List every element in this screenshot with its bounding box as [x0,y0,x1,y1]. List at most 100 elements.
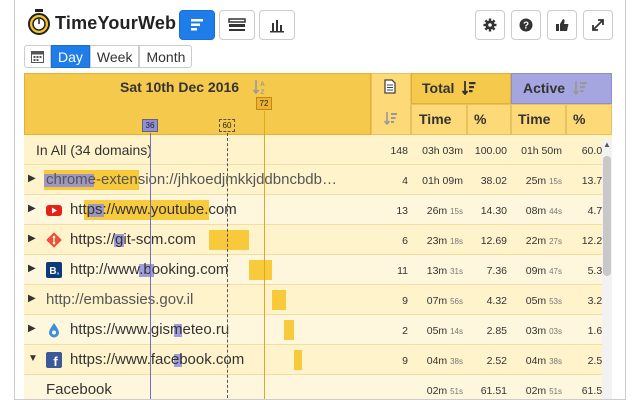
total-time: 07m 56s [426,295,463,307]
sort-view-button[interactable] [179,10,215,40]
booking-icon: B [46,262,62,278]
sort-count-icon[interactable] [384,111,398,125]
total-time: 13m 31s [426,265,463,277]
marker-72: 72 [256,97,272,110]
app-title: TimeYourWeb [55,13,177,33]
calendar-button[interactable] [24,45,51,68]
date-label: Sat 10th Dec 2016 [120,79,240,95]
settings-button[interactable] [475,10,505,40]
sort-icon [191,19,203,31]
help-button[interactable]: ? [511,10,541,40]
expand-row-icon[interactable]: ▶ [28,263,36,274]
question-icon: ? [519,18,533,32]
period-month-tab[interactable]: Month [139,45,193,68]
gear-icon [483,18,497,32]
expand-row-icon[interactable]: ▶ [28,323,36,334]
youtube-icon [46,202,62,218]
collapse-icon[interactable]: ▼ [28,353,38,364]
svg-text:f: f [53,354,58,368]
active-time: 08m 44s [525,205,562,217]
marker-36: 36 [142,119,158,132]
sort-alpha-icon[interactable]: AZ [253,79,267,95]
total-time: 01h 09m [422,175,463,187]
stopwatch-logo-icon [28,9,50,35]
active-pct-label: % [573,111,586,127]
period-week-tab[interactable]: Week [89,45,140,68]
total-pct: 12.69 [480,235,507,247]
domain-label[interactable]: https://www.youtube.com [70,201,237,218]
activity-bar [294,350,302,370]
active-time: 25m 15s [525,175,562,187]
expand-button[interactable] [583,10,613,40]
visit-count: 11 [397,265,408,277]
expand-row-icon[interactable]: ▶ [28,233,36,244]
period-day-tab[interactable]: Day [51,45,90,68]
domain-label[interactable]: chrome-extension://jhkoedjmkkjddbncbdb… [46,171,337,188]
total-pct: 2.52 [486,355,507,367]
domain-label[interactable]: https://www.facebook.com [70,351,244,368]
total-pct: 2.85 [486,325,507,337]
active-time-label: Time [518,111,551,127]
total-time: 02m 51s [426,385,463,397]
git-icon [46,232,62,248]
header: TimeYourWeb ? [15,0,625,42]
calendar-icon [31,51,44,63]
summary-label: In All (34 domains) [36,142,152,158]
total-pct: 4.32 [486,295,507,307]
total-pct: 14.30 [480,205,507,217]
domain-label[interactable]: http://embassies.gov.il [46,291,193,308]
thumbs-up-icon [556,19,569,31]
domain-table: Sat 10th Dec 2016 AZ Total Active Time %… [24,73,612,399]
sort-active-icon[interactable] [573,80,587,95]
activity-bar [272,290,286,310]
total-label: Total [422,80,455,96]
like-button[interactable] [547,10,577,40]
svg-text:Z: Z [261,89,265,95]
marker-line-60 [227,133,228,399]
total-time: 04m 38s [426,355,463,367]
visit-count: 2 [402,325,408,337]
domain-label[interactable]: https://git-scm.com [70,231,196,248]
scrollbar-thumb[interactable] [603,156,611,276]
active-time: 05m 53s [525,295,562,307]
visit-count: 6 [402,235,408,247]
expand-row-icon[interactable]: ▶ [28,293,36,304]
expand-row-icon[interactable]: ▶ [28,173,36,184]
marker-60: 60 [219,119,235,132]
scroll-up-icon[interactable]: ▲ [602,140,612,150]
summary-active-time: 01h 50m [521,145,562,157]
activity-bar [284,320,294,340]
activity-bar [249,260,272,280]
expand-icon [592,19,604,31]
svg-text:A: A [260,81,265,88]
summary-total-pct: 100.00 [474,145,507,157]
svg-text:?: ? [523,21,529,32]
total-time: 23m 18s [426,235,463,247]
total-pct: 38.02 [480,175,507,187]
active-time: 03m 03s [525,325,562,337]
marker-line-72 [264,111,265,399]
total-pct: 7.36 [486,265,507,277]
bar-chart-icon [270,20,284,33]
chart-view-button[interactable] [259,10,295,40]
active-time: 02m 51s [525,385,562,397]
sort-total-icon[interactable] [462,80,476,95]
summary-count: 148 [390,145,408,157]
expand-row-icon[interactable]: ▶ [28,203,36,214]
active-label: Active [523,80,566,96]
scrollbar[interactable]: ▲ [602,140,612,399]
svg-text:B: B [49,266,56,277]
visit-count: 9 [402,355,408,367]
visit-count: 9 [402,295,408,307]
list-icon [228,18,246,31]
document-icon [384,79,396,94]
app-window: TimeYourWeb ? Day Week Month Sat 10th De… [14,0,626,400]
visit-count: 13 [396,205,408,217]
marker-line-36 [150,133,151,399]
list-view-button[interactable] [219,10,255,40]
domain-label[interactable]: Facebook [46,381,112,398]
total-time: 05m 14s [426,325,463,337]
summary-total-time: 03h 03m [422,145,463,157]
total-time: 26m 15s [426,205,463,217]
visit-count: 4 [402,175,408,187]
